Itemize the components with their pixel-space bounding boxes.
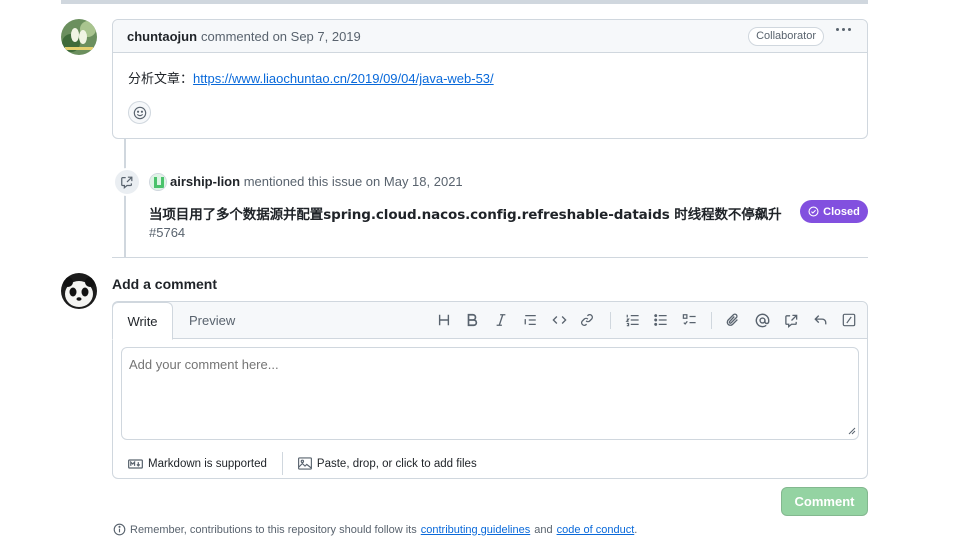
toolbar-separator <box>610 312 611 329</box>
link-icon[interactable] <box>578 311 596 329</box>
comment-author[interactable]: chuntaojun <box>127 29 197 44</box>
timeline-divider <box>112 257 868 258</box>
mention-actor[interactable]: airship-lion <box>170 174 240 189</box>
reply-icon[interactable] <box>811 311 829 329</box>
cross-reference-icon <box>113 168 141 196</box>
footer-separator <box>281 452 283 475</box>
kebab-menu-icon[interactable] <box>836 28 851 31</box>
comment-body-label: 分析文章： <box>128 72 194 87</box>
contributing-guidelines-link[interactable]: contributing guidelines <box>421 524 530 536</box>
mention-text[interactable]: mentioned this issue on May 18, 2021 <box>244 174 463 189</box>
add-reaction-button[interactable] <box>128 101 151 124</box>
mention-actor-avatar[interactable] <box>149 173 167 191</box>
notice-middle: and <box>534 523 553 536</box>
toolbar-separator <box>711 312 712 329</box>
info-icon <box>113 523 126 536</box>
comment-body: 分析文章：https://www.liaochuntao.cn/2019/09/… <box>113 53 867 87</box>
numbered-list-icon[interactable] <box>623 311 641 329</box>
comment-editor: Write Preview Add your comment here... M… <box>112 301 868 479</box>
slash-command-icon[interactable] <box>840 311 858 329</box>
bold-icon[interactable] <box>463 311 481 329</box>
comment-timestamp[interactable]: commented on Sep 7, 2019 <box>201 29 361 44</box>
reference-icon[interactable] <box>782 311 800 329</box>
attach-files-button[interactable]: Paste, drop, or click to add files <box>297 457 477 470</box>
markdown-icon <box>128 458 143 469</box>
markdown-note: Markdown is supported <box>148 457 267 470</box>
resize-grip-icon[interactable] <box>848 427 856 435</box>
commenter-avatar[interactable] <box>61 19 97 55</box>
issue-status-label: Closed <box>823 205 860 218</box>
quote-icon[interactable] <box>521 311 539 329</box>
notice-prefix: Remember, contributions to this reposito… <box>130 523 417 536</box>
italic-icon[interactable] <box>492 311 510 329</box>
comment-header: chuntaojun commented on Sep 7, 2019 Coll… <box>113 20 867 53</box>
comment-textarea[interactable] <box>121 347 859 440</box>
current-user-avatar[interactable] <box>61 273 97 309</box>
editor-footer: Markdown is supported Paste, drop, or cl… <box>128 452 477 475</box>
code-of-conduct-link[interactable]: code of conduct <box>557 524 635 536</box>
referenced-issue-title[interactable]: 当项目用了多个数据源并配置spring.cloud.nacos.config.r… <box>149 203 782 223</box>
contribution-notice: Remember, contributions to this reposito… <box>113 523 637 536</box>
task-list-icon[interactable] <box>680 311 698 329</box>
heading-icon[interactable] <box>435 311 453 329</box>
attach-icon[interactable] <box>724 311 742 329</box>
tab-preview[interactable]: Preview <box>189 302 235 339</box>
timeline-top-rule <box>61 0 868 4</box>
editor-toolbar: Write Preview <box>112 302 867 340</box>
mention-line: airship-lion mentioned this issue on May… <box>170 174 463 189</box>
unordered-list-icon[interactable] <box>651 311 669 329</box>
mention-icon[interactable] <box>753 311 771 329</box>
markdown-support-link[interactable]: Markdown is supported <box>128 458 267 470</box>
notice-suffix: . <box>634 523 638 536</box>
collaborator-badge: Collaborator <box>748 27 824 46</box>
add-comment-heading: Add a comment <box>112 276 218 292</box>
timeline-line <box>124 139 126 257</box>
attach-note: Paste, drop, or click to add files <box>316 457 477 470</box>
image-icon <box>297 457 312 470</box>
comment-card: chuntaojun commented on Sep 7, 2019 Coll… <box>112 19 868 139</box>
referenced-issue-number[interactable]: #5764 <box>149 225 185 240</box>
smiley-icon <box>133 106 146 119</box>
comment-submit-button[interactable]: Comment <box>781 487 868 516</box>
code-icon[interactable] <box>550 311 568 329</box>
tab-write[interactable]: Write <box>112 302 173 340</box>
issue-status-badge: Closed <box>800 200 868 223</box>
closed-check-icon <box>808 206 819 217</box>
comment-body-link[interactable]: https://www.liaochuntao.cn/2019/09/04/ja… <box>193 71 494 86</box>
